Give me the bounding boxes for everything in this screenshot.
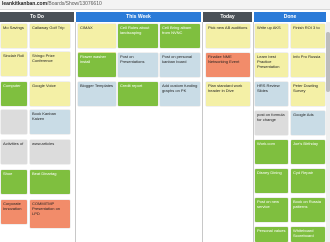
kanban-card[interactable]: Book Kanban Kaizen <box>30 110 70 134</box>
kanban-card[interactable]: CIMAX <box>78 24 116 48</box>
column-divider <box>202 22 203 242</box>
kanban-card[interactable]: Pick new AB auditions <box>206 24 250 48</box>
kanban-card[interactable]: Flower washer install <box>78 53 116 77</box>
kanban-card[interactable] <box>1 110 27 134</box>
kanban-card[interactable]: Post on personal kanban board <box>160 53 200 77</box>
kanban-card[interactable]: Joe's Birthday <box>291 140 325 164</box>
kanban-card[interactable]: Peter Dowling Survey <box>291 82 325 106</box>
column-header-done: Done <box>254 12 326 22</box>
kanban-card[interactable]: Blogger Templates <box>78 82 116 106</box>
kanban-card[interactable]: Book on Russia patterns <box>291 198 325 222</box>
kanban-card[interactable]: Write up AKS <box>255 24 288 48</box>
kanban-card[interactable]: Personal values <box>255 227 288 242</box>
kanban-card[interactable]: Finalize NME Networking Event <box>206 53 250 77</box>
kanban-card[interactable]: Activities of <box>1 140 27 164</box>
kanban-card[interactable]: Google Ads <box>291 111 325 135</box>
kanban-card[interactable]: Work.com <box>255 140 288 164</box>
browser-address-bar[interactable]: leankitkanban.com/Boards/Show/13076610 <box>0 0 330 10</box>
kanban-card[interactable]: Plan standard work header in Dive <box>206 82 250 106</box>
scrollbar-thumb[interactable] <box>326 32 330 92</box>
kanban-card[interactable]: Disney Dining <box>255 169 288 193</box>
column-divider <box>75 22 76 242</box>
kanban-card[interactable]: Cell Bring albam from NVNC <box>160 24 200 48</box>
kanban-card[interactable]: Whiteboard Scoreboard <box>291 227 325 242</box>
column-header-todo: To Do <box>0 12 74 22</box>
kanban-card[interactable]: Finish ROI 3 to <box>291 24 325 48</box>
kanban-card[interactable]: HRS Review Slides <box>255 82 288 106</box>
kanban-card[interactable]: Post on new service <box>255 198 288 222</box>
kanban-card[interactable]: Sinclair Roll <box>1 52 27 76</box>
kanban-card[interactable]: www.articles <box>30 140 70 164</box>
kanban-card[interactable]: Credit report <box>118 82 158 106</box>
kanban-card[interactable]: Cyd Repair <box>291 169 325 193</box>
kanban-card[interactable]: Info Pro Russia <box>291 53 325 77</box>
kanban-card[interactable]: Cell Rules about landscaping <box>118 24 158 48</box>
kanban-card[interactable]: Callaway Golf Trip <box>30 24 70 48</box>
kanban-card[interactable]: Add custom funding graphs on PK <box>160 82 200 106</box>
kanban-card[interactable]: post on formula for change <box>255 111 288 135</box>
kanban-card[interactable]: Shoe <box>1 170 27 194</box>
kanban-card[interactable]: Shingo Prize Conference <box>30 52 70 76</box>
kanban-card[interactable]: Beat Dinartag <box>30 170 70 194</box>
vertical-scrollbar[interactable] <box>326 22 330 242</box>
kanban-card[interactable]: Learn best Practice Presentation <box>255 53 288 77</box>
address-url[interactable]: leankitkanban.com/Boards/Show/13076610 <box>2 1 102 8</box>
kanban-card[interactable]: Computer <box>1 82 27 106</box>
column-header-this-week: This Week <box>76 12 201 22</box>
kanban-card[interactable]: COMMITMP Presentation on LPD <box>30 200 70 228</box>
kanban-card[interactable]: Mo Savings <box>1 24 27 48</box>
kanban-card[interactable]: Post on Presentations <box>118 53 158 77</box>
kanban-card[interactable]: Google Voice <box>30 82 70 106</box>
column-header-today: Today <box>203 12 252 22</box>
kanban-card[interactable]: Corporate Innovation <box>1 200 27 224</box>
column-divider <box>253 22 254 242</box>
